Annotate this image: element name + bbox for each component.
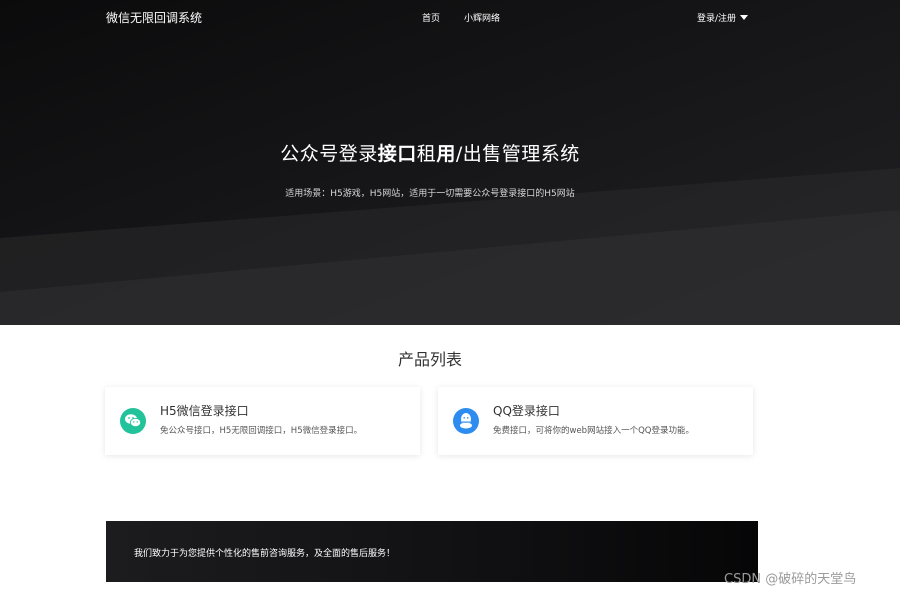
- service-cta-banner: 我们致力于为您提供个性化的售前咨询服务，及全面的售后服务！: [106, 521, 758, 582]
- product-card-title: H5微信登录接口: [160, 404, 249, 418]
- cta-text: 我们致力于为您提供个性化的售前咨询服务，及全面的售后服务！: [134, 549, 396, 559]
- product-card-wechat-login[interactable]: H5微信登录接口 免公众号接口，H5无限回调接口，H5微信登录接口。: [105, 387, 420, 455]
- csdn-watermark: CSDN @破碎的天堂鸟: [724, 572, 857, 587]
- hero-banner: 微信无限回调系统 首页 小辉网络 登录/注册 公众号登录接口租用/出售管理系统 …: [0, 0, 900, 325]
- qq-icon: [453, 408, 479, 434]
- hero-subtitle: 适用场景：H5游戏，H5网站，适用于一切需要公众号登录接口的H5网站: [285, 189, 575, 199]
- top-navigation: 微信无限回调系统 首页 小辉网络 登录/注册: [0, 0, 900, 34]
- product-card-title: QQ登录接口: [493, 404, 560, 418]
- brand-logo-text[interactable]: 微信无限回调系统: [106, 9, 202, 26]
- login-register-dropdown[interactable]: 登录/注册: [697, 11, 749, 24]
- products-section-title: 产品列表: [397, 350, 462, 369]
- wechat-icon: [120, 408, 146, 434]
- nav-link-home[interactable]: 首页: [422, 11, 440, 24]
- product-card-description: 免公众号接口，H5无限回调接口，H5微信登录接口。: [160, 426, 363, 436]
- product-card-description: 免费接口，可将你的web网站接入一个QQ登录功能。: [493, 426, 694, 436]
- nav-link-xiaohui-network[interactable]: 小辉网络: [464, 11, 500, 24]
- hero-title: 公众号登录接口租用/出售管理系统: [280, 143, 580, 165]
- product-card-qq-login[interactable]: QQ登录接口 免费接口，可将你的web网站接入一个QQ登录功能。: [438, 387, 753, 455]
- login-register-label: 登录/注册: [697, 14, 737, 24]
- caret-down-icon: [740, 15, 749, 20]
